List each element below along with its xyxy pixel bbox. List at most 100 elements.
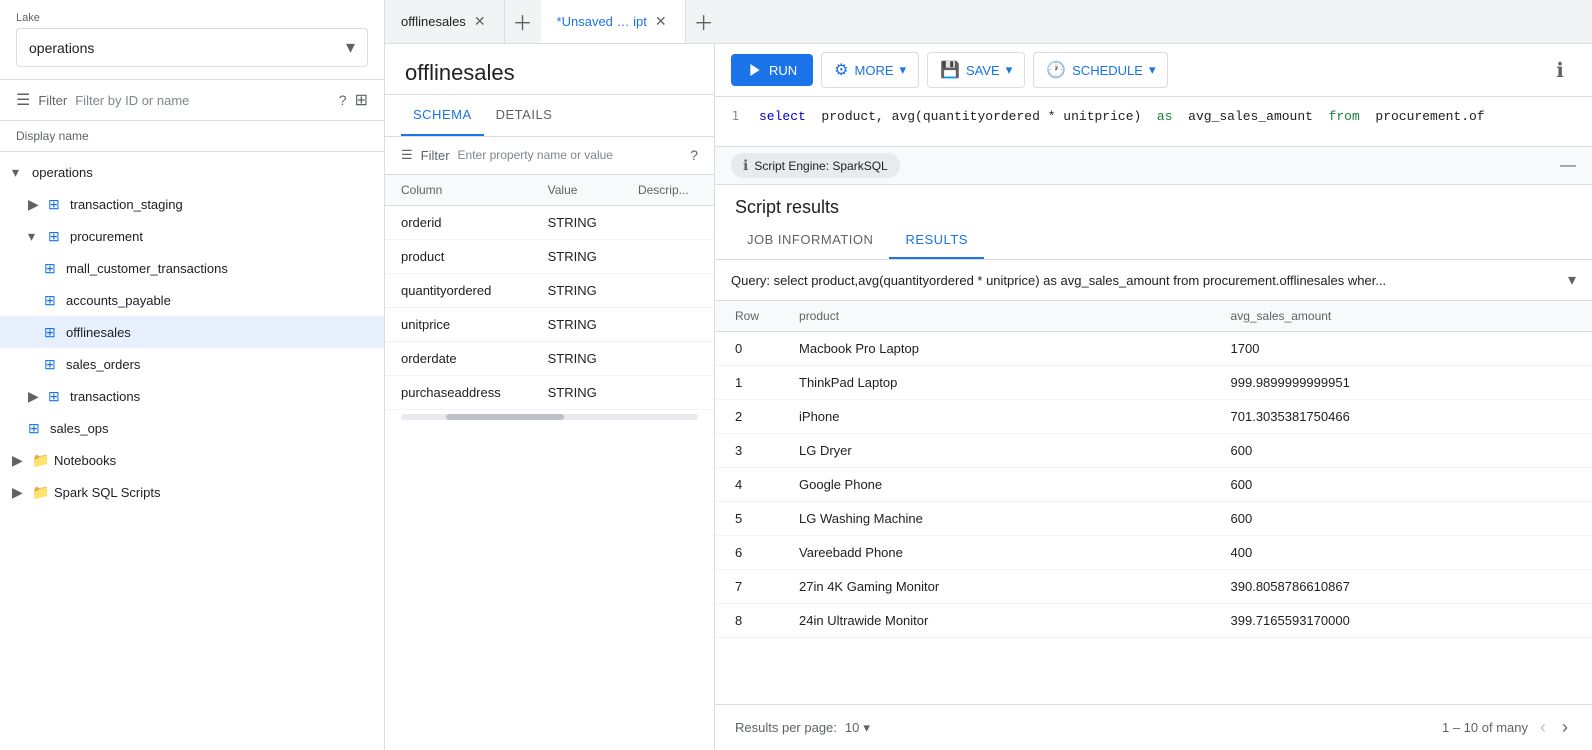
sidebar-item-label: operations (32, 165, 93, 180)
cell-row: 6 (715, 536, 779, 570)
col-header-description: Descrip... (622, 175, 714, 206)
tab-schema[interactable]: SCHEMA (401, 95, 484, 136)
cell-row: 2 (715, 400, 779, 434)
sidebar-item-sales-ops[interactable]: ⊞ sales_ops (0, 412, 384, 444)
lake-label: Lake (16, 12, 368, 24)
schema-filter-input[interactable]: Enter property name or value (458, 147, 683, 164)
chevron-down-icon: ▾ (863, 720, 870, 736)
sidebar-item-transactions[interactable]: ▶ ⊞ transactions (0, 380, 384, 412)
cell-row: 7 (715, 570, 779, 604)
cell-product: 27in 4K Gaming Monitor (779, 570, 1211, 604)
cell-product: Macbook Pro Laptop (779, 332, 1211, 366)
info-icon: ℹ (743, 157, 748, 174)
cell-product: Google Phone (779, 468, 1211, 502)
results-table-row: 6 Vareebadd Phone 400 (715, 536, 1592, 570)
sidebar-item-label: offlinesales (66, 325, 131, 340)
code-alias: avg_sales_amount (1188, 109, 1321, 124)
results-table-container[interactable]: Row product avg_sales_amount 0 Macbook P… (715, 301, 1592, 704)
tab-close-icon[interactable]: ✕ (472, 11, 488, 32)
code-editor[interactable]: 1 select product, avg(quantityordered * … (715, 97, 1592, 147)
schema-cell-value: STRING (532, 239, 622, 273)
tab-close-icon[interactable]: ✕ (653, 11, 669, 32)
engine-label: Script Engine: SparkSQL (754, 159, 887, 173)
sidebar-item-sales-orders[interactable]: ⊞ sales_orders (0, 348, 384, 380)
filter-input[interactable]: Filter by ID or name (75, 93, 331, 108)
tab-results[interactable]: RESULTS (889, 222, 984, 259)
display-name-header: Display name (0, 121, 384, 152)
code-line[interactable]: select product, avg(quantityordered * un… (751, 105, 1592, 128)
sidebar-item-procurement[interactable]: ▾ ⊞ procurement (0, 220, 384, 252)
table-icon: ⊞ (44, 356, 62, 373)
table-icon: ⊞ (28, 420, 46, 437)
more-button[interactable]: ⚙ MORE ▾ (821, 52, 919, 88)
table-detail-panel: offlinesales SCHEMA DETAILS ☰ Filter Ent… (385, 44, 715, 750)
schema-table-row: quantityordered STRING (385, 273, 714, 307)
info-button[interactable]: ℹ (1544, 54, 1576, 86)
lake-selector-section: Lake operations ▾ (0, 0, 384, 80)
cell-product: LG Dryer (779, 434, 1211, 468)
query-text: Query: select product,avg(quantityordere… (731, 273, 1568, 288)
sidebar-item-operations[interactable]: ▾ operations (0, 156, 384, 188)
results-table-row: 4 Google Phone 600 (715, 468, 1592, 502)
tab-add-button-2[interactable]: ＋ (686, 0, 722, 43)
results-footer: Results per page: 10 ▾ 1 – 10 of many ‹ … (715, 704, 1592, 750)
schema-cell-value: STRING (532, 375, 622, 409)
sidebar-item-transaction-staging[interactable]: ▶ ⊞ transaction_staging (0, 188, 384, 220)
cell-avg-sales: 600 (1211, 502, 1592, 536)
schema-cell-value: STRING (532, 273, 622, 307)
sidebar-item-label: procurement (70, 229, 143, 244)
schema-cell-description (622, 341, 714, 375)
minimize-button[interactable]: — (1560, 157, 1576, 175)
schema-cell-description (622, 307, 714, 341)
cell-row: 3 (715, 434, 779, 468)
schedule-button[interactable]: 🕐 SCHEDULE ▾ (1033, 52, 1168, 88)
tab-unsaved[interactable]: *Unsaved … ipt ✕ (541, 0, 686, 43)
tab-offlinesales[interactable]: offlinesales ✕ (385, 0, 505, 43)
schema-table-row: orderdate STRING (385, 341, 714, 375)
chevron-down-icon: ▾ (1006, 62, 1013, 78)
tab-add-button[interactable]: ＋ (505, 0, 541, 43)
results-table-row: 2 iPhone 701.3035381750466 (715, 400, 1592, 434)
keyword-as: as (1157, 109, 1180, 124)
col-header-value: Value (532, 175, 622, 206)
lake-dropdown[interactable]: operations ▾ (16, 28, 368, 67)
folder-icon: 📁 (32, 452, 50, 469)
table-icon: ⊞ (48, 228, 66, 245)
sidebar-item-offlinesales[interactable]: ⊞ offlinesales (0, 316, 384, 348)
per-page-label: Results per page: (735, 720, 837, 735)
tab-details[interactable]: DETAILS (484, 95, 565, 136)
sidebar-item-spark-sql-scripts[interactable]: ▶ 📁 Spark SQL Scripts (0, 476, 384, 508)
cell-avg-sales: 600 (1211, 468, 1592, 502)
grid-icon[interactable]: ⊞ (355, 90, 368, 110)
schema-cell-column: product (385, 239, 532, 273)
help-icon[interactable]: ? (339, 92, 347, 108)
results-table-row: 5 LG Washing Machine 600 (715, 502, 1592, 536)
filter-label: Filter (38, 93, 67, 108)
cell-avg-sales: 999.9899999999951 (1211, 366, 1592, 400)
col-header-row: Row (715, 301, 779, 332)
results-table-row: 1 ThinkPad Laptop 999.9899999999951 (715, 366, 1592, 400)
expand-icon: ▶ (28, 388, 44, 405)
prev-page-button[interactable]: ‹ (1536, 713, 1550, 742)
schema-cell-value: STRING (532, 341, 622, 375)
help-icon[interactable]: ? (690, 147, 698, 163)
schema-filter: ☰ Filter Enter property name or value ? (385, 137, 714, 175)
schema-cell-description (622, 273, 714, 307)
expand-icon[interactable]: ▾ (1568, 270, 1576, 290)
main-area: offlinesales ✕ ＋ *Unsaved … ipt ✕ ＋ offl… (385, 0, 1592, 750)
save-button[interactable]: 💾 SAVE ▾ (927, 52, 1025, 88)
schema-table-row: orderid STRING (385, 205, 714, 239)
next-page-button[interactable]: › (1558, 713, 1572, 742)
results-section: Script results JOB INFORMATION RESULTS Q… (715, 185, 1592, 750)
sidebar-item-mall-customer-transactions[interactable]: ⊞ mall_customer_transactions (0, 252, 384, 284)
cell-product: LG Washing Machine (779, 502, 1211, 536)
chevron-down-icon: ▾ (1149, 62, 1156, 78)
tab-job-information[interactable]: JOB INFORMATION (731, 222, 889, 259)
folder-icon: 📁 (32, 484, 50, 501)
sidebar-item-accounts-payable[interactable]: ⊞ accounts_payable (0, 284, 384, 316)
sidebar-item-notebooks[interactable]: ▶ 📁 Notebooks (0, 444, 384, 476)
per-page-select[interactable]: 10 ▾ (845, 720, 870, 736)
results-table-row: 7 27in 4K Gaming Monitor 390.80587866108… (715, 570, 1592, 604)
run-button[interactable]: RUN (731, 54, 813, 86)
sidebar-item-label: Spark SQL Scripts (54, 485, 160, 500)
